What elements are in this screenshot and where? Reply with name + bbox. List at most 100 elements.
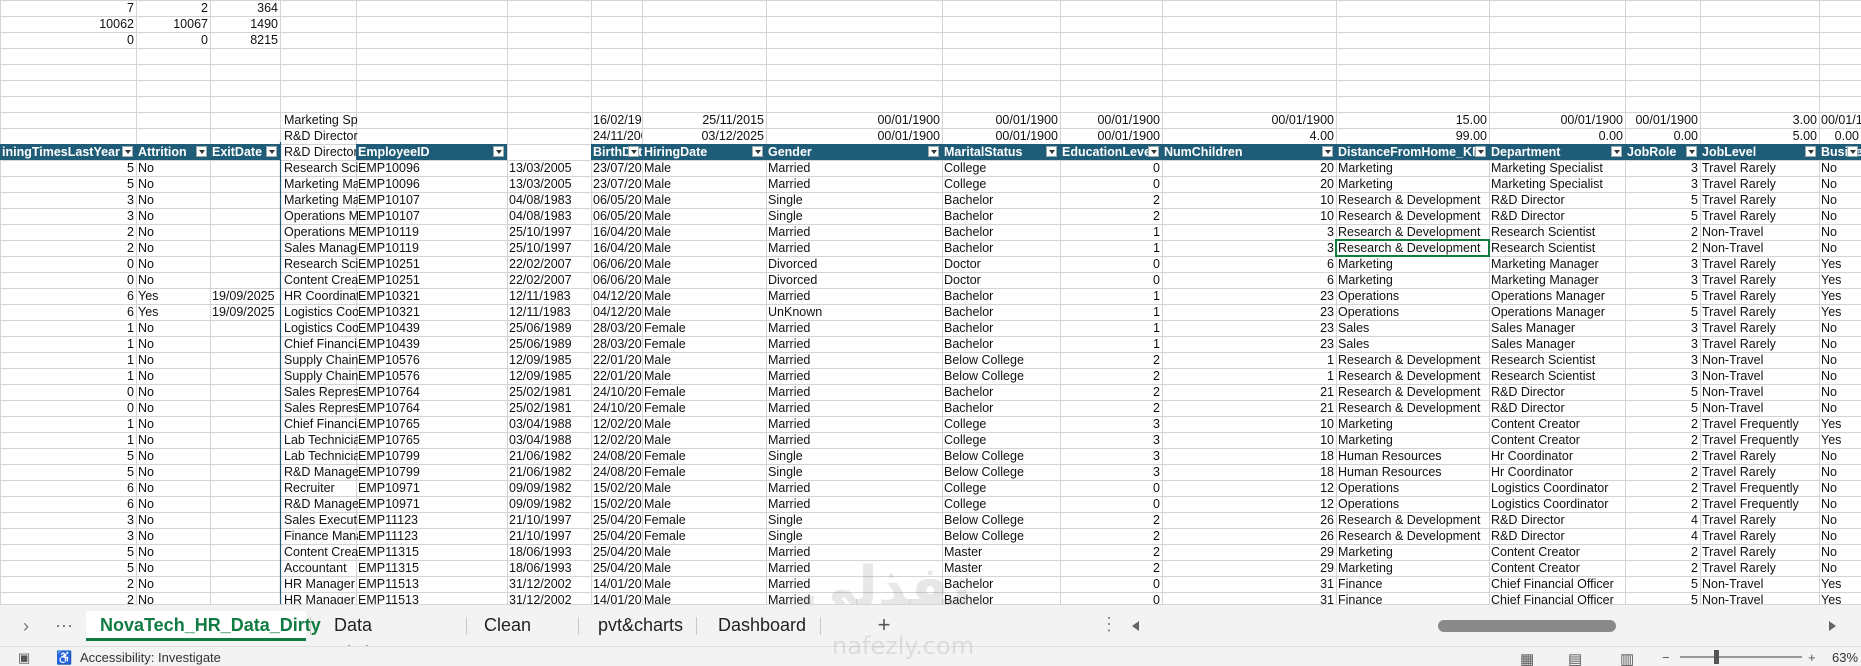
data-cell[interactable]: 25/06/1989 [507,336,591,352]
data-cell[interactable]: Yes [1819,432,1861,448]
data-cell[interactable] [210,256,280,272]
spreadsheet-grid[interactable]: 7236410062100671490008215Marketing Speci… [0,0,1861,604]
data-cell[interactable]: Male [642,288,766,304]
filter-dropdown-icon[interactable] [266,146,277,157]
data-cell[interactable]: Marketing Specialist [1489,176,1625,192]
data-cell[interactable]: Married [766,176,942,192]
data-cell[interactable]: No [1819,192,1861,208]
employee-id-cell[interactable]: EMP10971 [356,480,507,496]
data-cell[interactable] [210,576,280,592]
value-cell[interactable]: 00/01/1900 [1625,112,1700,128]
data-cell[interactable]: Male [642,256,766,272]
value-cell[interactable]: 3.00 [1700,112,1819,128]
data-cell[interactable]: 2 [1060,528,1162,544]
value-cell[interactable]: 00/01/1900 [766,112,942,128]
data-cell[interactable]: Below College [942,368,1060,384]
data-cell[interactable]: 4 [1625,528,1700,544]
data-cell[interactable]: 2 [1625,464,1700,480]
data-cell[interactable]: College [942,416,1060,432]
data-cell[interactable]: No [136,432,210,448]
data-cell[interactable] [210,176,280,192]
job-title-cell[interactable]: Marketing Specialist [282,112,358,128]
data-cell[interactable]: 28/03/2020 [591,336,642,352]
data-cell[interactable]: Married [766,240,942,256]
employee-id-cell[interactable]: EMP10321 [356,288,507,304]
data-cell[interactable]: 5 [0,160,136,176]
data-cell[interactable] [210,352,280,368]
data-cell[interactable]: 3 [1060,448,1162,464]
data-cell[interactable]: Travel Rarely [1700,512,1819,528]
data-cell[interactable]: Travel Rarely [1700,256,1819,272]
data-cell[interactable]: 5 [0,560,136,576]
filter-dropdown-icon[interactable] [1148,146,1159,157]
data-cell[interactable]: 3 [1625,320,1700,336]
filter-dropdown-icon[interactable] [493,146,504,157]
data-cell[interactable]: Operations Manager [1489,288,1625,304]
data-cell[interactable]: 10 [1162,192,1336,208]
zoom-level[interactable]: 63% [1832,650,1858,665]
employee-id-cell[interactable]: EMP11513 [356,592,507,604]
data-cell[interactable]: 25/04/2021 [591,528,642,544]
data-cell[interactable]: 5 [0,544,136,560]
data-cell[interactable]: College [942,496,1060,512]
data-cell[interactable]: 2 [1060,368,1162,384]
employee-id-cell[interactable]: EMP10096 [356,160,507,176]
data-cell[interactable]: 5 [1625,400,1700,416]
data-cell[interactable]: 0 [0,384,136,400]
data-cell[interactable] [210,272,280,288]
data-cell[interactable]: 3 [0,528,136,544]
data-cell[interactable]: 22/02/2007 [507,272,591,288]
data-cell[interactable]: 18/06/1993 [507,544,591,560]
value-cell[interactable]: 00/01/1900 [1489,112,1625,128]
data-cell[interactable]: No [1819,464,1861,480]
data-cell[interactable]: Sales [1336,320,1489,336]
data-cell[interactable]: Married [766,544,942,560]
data-cell[interactable]: No [136,240,210,256]
data-cell[interactable]: Research & Development [1336,400,1489,416]
data-cell[interactable]: 2 [1060,352,1162,368]
data-cell[interactable]: Sales Representative [282,400,358,416]
data-cell[interactable]: Non-Travel [1700,400,1819,416]
data-cell[interactable]: Male [642,352,766,368]
data-cell[interactable]: 3 [1060,464,1162,480]
data-cell[interactable]: Master [942,544,1060,560]
data-cell[interactable]: HR Manager [282,576,358,592]
sheet-tab-clean-data[interactable]: Clean Data [470,611,574,663]
data-cell[interactable]: Research & Development [1336,512,1489,528]
employee-id-cell[interactable]: EMP10251 [356,256,507,272]
accessibility-status[interactable]: Accessibility: Investigate [80,650,221,665]
data-cell[interactable]: 06/05/2016 [591,192,642,208]
data-cell[interactable]: 24/08/2023 [591,448,642,464]
data-cell[interactable]: 1 [0,416,136,432]
horizontal-scrollbar[interactable] [1128,617,1840,635]
data-cell[interactable]: Male [642,240,766,256]
data-cell[interactable]: 04/08/1983 [507,192,591,208]
data-cell[interactable]: 09/09/1982 [507,496,591,512]
data-cell[interactable]: 23 [1162,320,1336,336]
data-cell[interactable]: Sales Manager [1489,320,1625,336]
data-cell[interactable]: Female [642,448,766,464]
data-cell[interactable]: Travel Frequently [1700,480,1819,496]
data-cell[interactable]: 6 [0,304,136,320]
data-cell[interactable]: Logistics Coordinator [282,304,358,320]
data-cell[interactable] [210,560,280,576]
data-cell[interactable]: Chief Financial Officer [282,336,358,352]
value-cell[interactable]: 25/11/2015 [642,112,766,128]
header-employeeid[interactable]: EmployeeID [356,144,507,160]
data-cell[interactable]: College [942,160,1060,176]
data-cell[interactable] [210,432,280,448]
data-cell[interactable]: Female [642,528,766,544]
data-cell[interactable]: R&D Director [1489,208,1625,224]
data-cell[interactable]: 3 [0,512,136,528]
data-cell[interactable]: No [136,416,210,432]
employee-id-cell[interactable]: EMP11315 [356,544,507,560]
data-cell[interactable]: 20 [1162,176,1336,192]
data-cell[interactable]: 2 [1060,192,1162,208]
data-cell[interactable]: 5 [1625,208,1700,224]
data-cell[interactable]: Bachelor [942,192,1060,208]
data-cell[interactable]: 2 [1625,560,1700,576]
data-cell[interactable]: 25/04/2018 [591,544,642,560]
data-cell[interactable]: 23/07/2023 [591,160,642,176]
data-cell[interactable]: 0 [1060,496,1162,512]
data-cell[interactable]: 2 [1625,432,1700,448]
